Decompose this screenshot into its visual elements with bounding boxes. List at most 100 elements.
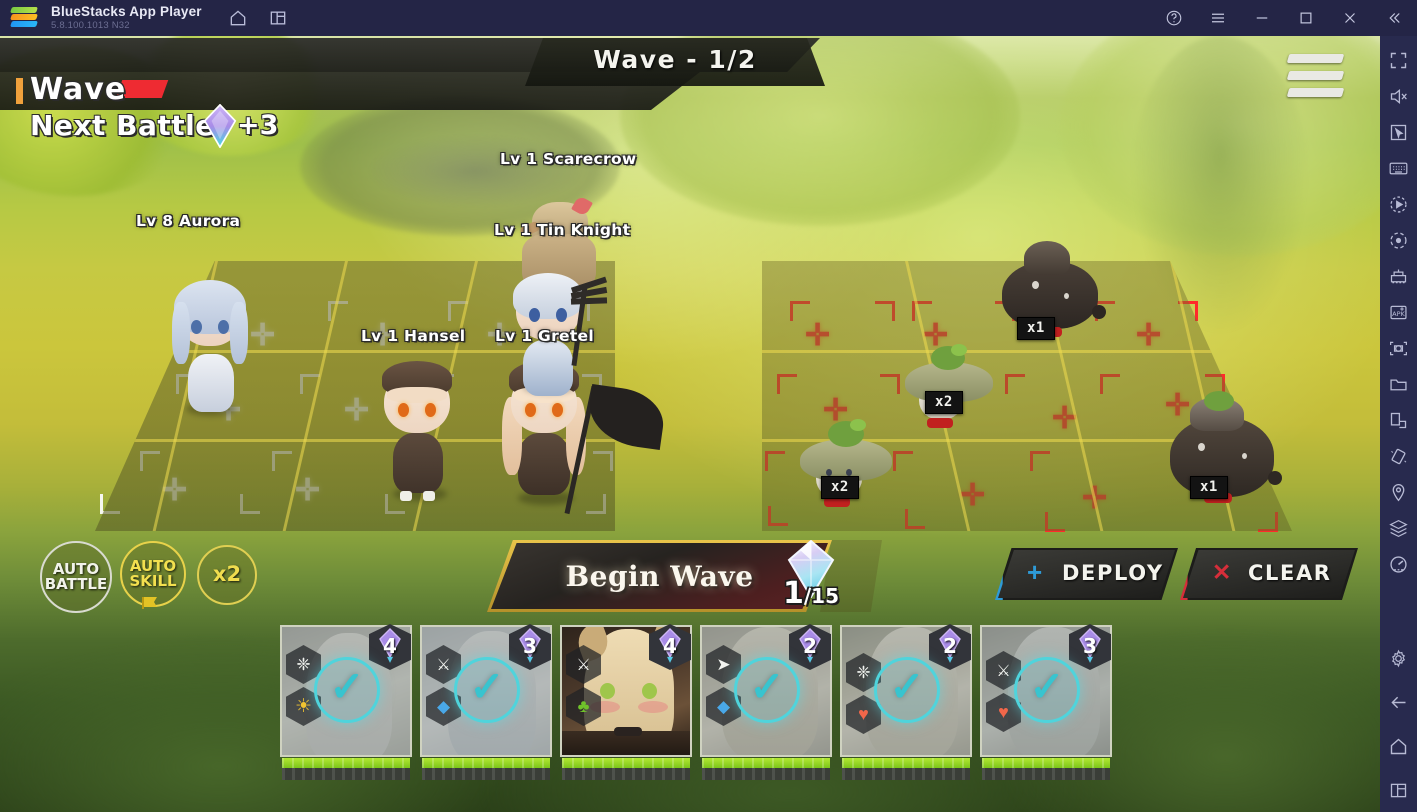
fullscreen-icon[interactable] (1387, 48, 1411, 72)
card-footer (982, 768, 1110, 780)
character-card[interactable]: ⚔ ♣ 4 ▾ (560, 624, 692, 780)
layers-icon[interactable] (1387, 516, 1411, 540)
multi-instance-icon[interactable] (268, 8, 288, 28)
deploy-button[interactable]: + DEPLOY (995, 548, 1178, 600)
card-hp-bar (562, 758, 690, 768)
wave-cost-counter: 1/15 (783, 576, 839, 611)
card-hp-bar (422, 758, 550, 768)
settings-gear-icon[interactable] (1387, 646, 1411, 670)
media-folder-icon[interactable] (1387, 372, 1411, 396)
app-title-block: BlueStacks App Player 5.8.100.1013 N32 (51, 3, 202, 32)
character-card-bar: ❈ ☀ 4 ▾ ✓ ⚔ ◆ 3 ▾ ✓ ⚔ ♣ 4 ▾ ➤ ◆ 2 ▾ ✓ ❈ … (280, 624, 1112, 780)
card-selected-check: ✓ (734, 657, 800, 723)
screenshot-icon[interactable] (1387, 336, 1411, 360)
back-icon[interactable] (1387, 690, 1411, 714)
card-selected-check: ✓ (454, 657, 520, 723)
bluestacks-sidebar: APK (1380, 36, 1417, 812)
character-card[interactable]: ⚔ ♥ 3 ▾ ✓ (980, 624, 1112, 780)
character-card[interactable]: ⚔ ◆ 3 ▾ ✓ (420, 624, 552, 780)
character-card[interactable]: ❈ ♥ 2 ▾ ✓ (840, 624, 972, 780)
help-icon[interactable] (1165, 9, 1183, 27)
enemy-count-tag: x1 (1190, 476, 1228, 499)
wave-cost-current: 1 (783, 576, 804, 611)
auto-battle-label-line2: BATTLE (44, 575, 108, 593)
card-selected-check: ✓ (314, 657, 380, 723)
grid-lane (282, 261, 348, 531)
unit-label-hansel: Lv 1 Hansel (361, 327, 466, 345)
card-selected-check: ✓ (1014, 657, 1080, 723)
recents-icon[interactable] (1387, 778, 1411, 802)
shake-icon[interactable] (1387, 444, 1411, 468)
auto-battle-button[interactable]: AUTO BATTLE (40, 541, 112, 613)
begin-wave-label: Begin Wave (565, 560, 754, 593)
card-footer (562, 768, 690, 780)
hamburger-menu-icon[interactable] (1286, 54, 1346, 99)
unit-label-aurora: Lv 8 Aurora (136, 212, 241, 230)
bluestacks-window: BlueStacks App Player 5.8.100.1013 N32 W… (0, 0, 1417, 812)
battle-speed-label: x2 (212, 562, 242, 587)
auto-skill-flag-icon (141, 596, 161, 610)
card-selected-check: ✓ (874, 657, 940, 723)
macro-record-icon[interactable] (1387, 192, 1411, 216)
card-footer (842, 768, 970, 780)
home-icon[interactable] (228, 8, 248, 28)
character-card[interactable]: ➤ ◆ 2 ▾ ✓ (700, 624, 832, 780)
chevron-down-icon: ▾ (1086, 652, 1094, 666)
close-icon[interactable] (1341, 9, 1359, 27)
enemy-count-tag: x2 (925, 391, 963, 414)
card-footer (702, 768, 830, 780)
home-icon[interactable] (1387, 734, 1411, 758)
svg-text:APK: APK (1392, 310, 1405, 318)
ally-character-aurora[interactable] (170, 280, 250, 416)
multi-instance-manager-icon[interactable] (1387, 264, 1411, 288)
wave-cost-max: /15 (803, 584, 840, 608)
location-icon[interactable] (1387, 480, 1411, 504)
mute-icon[interactable] (1387, 84, 1411, 108)
wave-accent-tick (16, 78, 23, 104)
card-hp-bar (282, 758, 410, 768)
enemy-mushroom[interactable] (905, 344, 995, 428)
enemy-count-tag: x2 (821, 476, 859, 499)
next-battle-label: Next Battle (30, 109, 215, 142)
rotate-icon[interactable] (1387, 228, 1411, 252)
pointer-icon[interactable] (1387, 120, 1411, 144)
ally-character-hansel[interactable] (375, 361, 463, 501)
wave-counter: Wave - 1/2 (593, 45, 757, 74)
chevron-down-icon: ▾ (386, 652, 394, 666)
auto-skill-label-line2: SKILL (129, 572, 177, 590)
minimize-icon[interactable] (1253, 9, 1271, 27)
menu-icon[interactable] (1209, 9, 1227, 27)
app-version: 5.8.100.1013 N32 (51, 20, 130, 32)
maximize-icon[interactable] (1297, 9, 1315, 27)
character-card[interactable]: ❈ ☀ 4 ▾ ✓ (280, 624, 412, 780)
battle-speed-button[interactable]: x2 (197, 545, 257, 605)
card-hp-bar (842, 758, 970, 768)
keyboard-icon[interactable] (1387, 156, 1411, 180)
clear-label: CLEAR (1248, 561, 1332, 585)
next-battle-reward: +3 (237, 110, 279, 141)
unit-label-tin-knight: Lv 1 Tin Knight (494, 221, 631, 239)
wave-title: Wave (30, 72, 127, 107)
unit-label-gretel: Lv 1 Gretel (495, 327, 594, 345)
bluestacks-logo-icon (10, 7, 38, 29)
performance-icon[interactable] (1387, 552, 1411, 576)
install-apk-icon[interactable]: APK (1387, 300, 1411, 324)
chevron-down-icon: ▾ (666, 652, 674, 666)
gem-icon (203, 103, 237, 149)
app-title: BlueStacks App Player (51, 3, 202, 19)
clear-button[interactable]: ✕ CLEAR (1180, 548, 1358, 600)
plus-icon: + (1027, 557, 1043, 587)
chevron-down-icon: ▾ (526, 652, 534, 666)
collapse-icon[interactable] (1385, 9, 1403, 27)
titlebar-right-icons (1165, 9, 1417, 27)
close-icon: ✕ (1212, 559, 1232, 585)
game-viewport[interactable]: Wave Next Battle +3 Wave - 1/2 Lv 8 Auro… (0, 36, 1380, 812)
titlebar: BlueStacks App Player 5.8.100.1013 N32 (0, 0, 1417, 36)
chevron-down-icon: ▾ (946, 652, 954, 666)
card-footer (422, 768, 550, 780)
unit-label-scarecrow: Lv 1 Scarecrow (500, 150, 637, 168)
deploy-label: DEPLOY (1062, 561, 1164, 585)
card-hp-bar (702, 758, 830, 768)
card-hp-bar (982, 758, 1110, 768)
screen-rotate-icon[interactable] (1387, 408, 1411, 432)
